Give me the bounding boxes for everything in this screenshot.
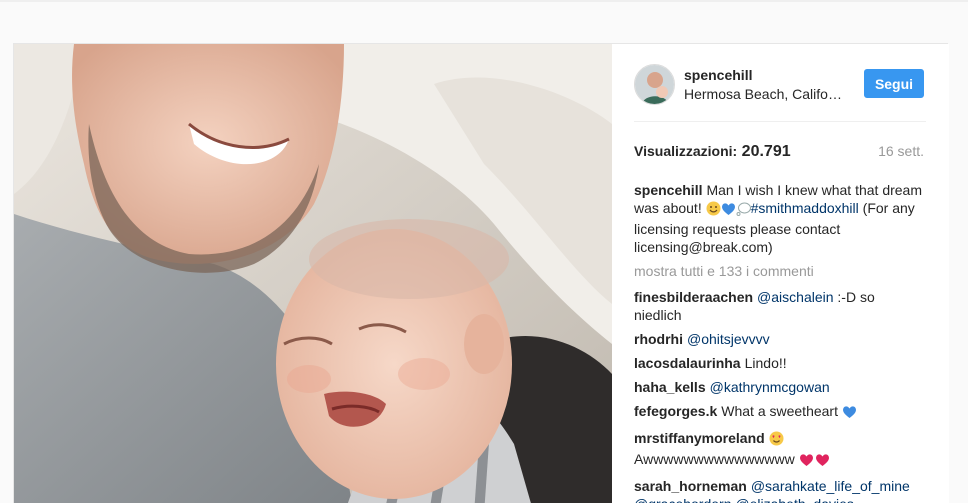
comment-text: What a sweetheart <box>721 403 838 419</box>
comment-item: rhodrhi @ohitsjevvvv <box>634 330 926 348</box>
comment-mention[interactable]: @ohitsjevvvv <box>687 331 770 347</box>
comment-item: haha_kells @kathrynmcgowan <box>634 378 926 396</box>
comment-text: Lindo!! <box>744 355 787 371</box>
caption-username[interactable]: spencehill <box>634 182 702 198</box>
post-location[interactable]: Hermosa Beach, Califo… <box>684 86 842 102</box>
comment-username[interactable]: lacosdalaurinha <box>634 355 741 371</box>
comment-mention[interactable]: @aischalein <box>757 289 833 305</box>
comments-list: spencehill Man I wish I knew what that dr… <box>634 181 926 503</box>
blue-heart-icon <box>721 202 736 220</box>
avatar[interactable] <box>634 64 675 105</box>
comment-username[interactable]: sarah_horneman <box>634 478 747 494</box>
comment-mention[interactable]: @kathrynmcgowan <box>710 379 830 395</box>
views-label: Visualizzazioni: <box>634 143 738 159</box>
comment-username[interactable]: mrstiffanymoreland <box>634 430 765 446</box>
blue-heart-icon <box>842 405 857 423</box>
comment-text: Awwwwwwwwwwwwwww <box>634 451 795 467</box>
show-all-comments-link[interactable]: mostra tutti e 133 i commenti <box>634 262 926 280</box>
comment-item: mrstiffanymoreland Awwwwwwwwwwwwwww <box>634 429 926 471</box>
comment-username[interactable]: fefegorges.k <box>634 403 717 419</box>
comment-username[interactable]: finesbilderaachen <box>634 289 753 305</box>
comment-item: fefegorges.k What a sweetheart <box>634 402 926 423</box>
post-photo[interactable] <box>14 44 612 503</box>
caption-hashtag[interactable]: #smithmaddoxhill <box>751 200 859 216</box>
views-count: 20.791 <box>741 143 791 160</box>
smile-emoji-icon <box>706 201 721 220</box>
comment-item: lacosdalaurinha Lindo!! <box>634 354 926 372</box>
caption: spencehill Man I wish I knew what that dr… <box>634 181 926 256</box>
views-row: Visualizzazioni: 20.791 16 sett. <box>634 143 926 163</box>
comment-username[interactable]: rhodrhi <box>634 331 683 347</box>
comment-item: sarah_horneman@sarahkate_life_of_mine @g… <box>634 477 926 503</box>
thought-bubble-icon <box>736 202 751 220</box>
top-divider <box>0 0 968 2</box>
post-header: spencehill Hermosa Beach, Califo… Segui <box>634 64 926 122</box>
follow-button[interactable]: Segui <box>864 69 924 98</box>
heart-eyes-icon <box>769 431 784 450</box>
comment-username[interactable]: haha_kells <box>634 379 706 395</box>
post-username[interactable]: spencehill <box>684 67 752 83</box>
post-card: spencehill Hermosa Beach, Califo… Segui … <box>13 43 949 503</box>
post-details-panel: spencehill Hermosa Beach, Califo… Segui … <box>612 44 949 503</box>
post-time[interactable]: 16 sett. <box>878 143 924 159</box>
red-hearts-icon <box>799 453 831 471</box>
comment-item: finesbilderaachen @aischalein :-D so nied… <box>634 288 926 324</box>
